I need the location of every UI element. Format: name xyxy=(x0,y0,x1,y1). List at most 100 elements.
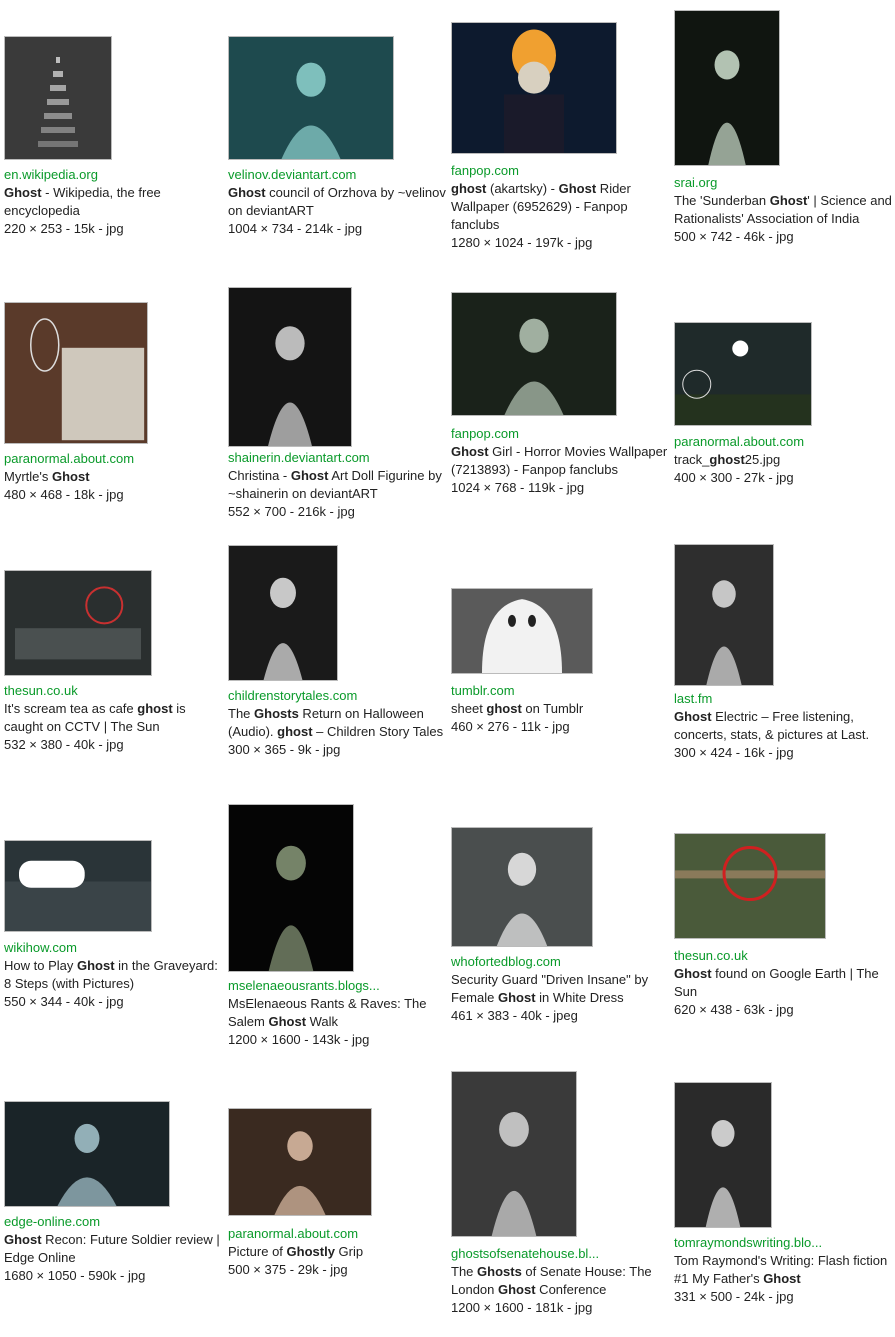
result-title-text: It's scream tea as cafe xyxy=(4,701,138,716)
result-title: The 'Sunderban Ghost' | Science and Rati… xyxy=(674,192,895,228)
result-title-text: Christina - xyxy=(228,468,291,483)
old-woman-photo-image[interactable] xyxy=(4,302,148,444)
result-site-link[interactable]: whofortedblog.com xyxy=(451,953,673,971)
result-dimensions: 1024 × 768 - 119k - jpg xyxy=(451,480,585,495)
sheet-ghost-image[interactable] xyxy=(451,588,593,674)
result-dimensions: 500 × 375 - 29k - jpg xyxy=(228,1262,348,1277)
soldier-game-image[interactable] xyxy=(4,1101,170,1207)
result-site-link[interactable]: paranormal.about.com xyxy=(228,1225,450,1243)
result-title-highlight: Ghost xyxy=(763,1271,801,1286)
result-title: Christina - Ghost Art Doll Figurine by ~… xyxy=(228,467,450,503)
graveyard-illustration-image[interactable] xyxy=(4,840,152,932)
result-site-link[interactable]: paranormal.about.com xyxy=(674,433,895,451)
result-meta: en.wikipedia.org Ghost - Wikipedia, the f… xyxy=(4,166,226,238)
result-title-text: – Children Story Tales xyxy=(312,724,444,739)
glowing-ghost-image[interactable] xyxy=(228,545,338,681)
hallway-ghost-image[interactable] xyxy=(451,1071,577,1237)
night-figures-image[interactable] xyxy=(674,10,780,166)
result-dimensions: 400 × 300 - 27k - jpg xyxy=(674,470,794,485)
doll-figurine-image[interactable] xyxy=(228,287,352,447)
result-title: track_ghost25.jpg xyxy=(674,451,895,469)
result-site-link[interactable]: childrenstorytales.com xyxy=(228,687,450,705)
result-site-link[interactable]: tumblr.com xyxy=(451,682,673,700)
result-title-highlight: Ghost xyxy=(497,990,536,1005)
result-site-link[interactable]: tomraymondswriting.blo... xyxy=(674,1234,895,1252)
result-meta: thesun.co.uk Ghost found on Google Earth … xyxy=(674,947,895,1019)
result-title: Myrtle's Ghost xyxy=(4,468,226,486)
result-title: Ghost Electric – Free listening, concert… xyxy=(674,708,895,744)
result-title-text: Myrtle's xyxy=(4,469,52,484)
garden-path-image[interactable] xyxy=(674,1082,772,1228)
result-title: sheet ghost on Tumblr xyxy=(451,700,673,718)
result-title-highlight: ghost xyxy=(709,452,745,467)
result-title-highlight: Ghost xyxy=(51,469,90,484)
flaming-skull-image[interactable] xyxy=(451,22,617,154)
result-meta: paranormal.about.com Picture of Ghostly G… xyxy=(228,1225,450,1279)
result-dimensions: 461 × 383 - 40k - jpeg xyxy=(451,1008,578,1023)
result-site-link[interactable]: fanpop.com xyxy=(451,162,673,180)
aerial-view-image[interactable] xyxy=(674,833,826,939)
result-title: Picture of Ghostly Grip xyxy=(228,1243,450,1261)
white-dress-ghost-image[interactable] xyxy=(451,827,593,947)
result-meta: paranormal.about.com Myrtle's Ghost 480 × … xyxy=(4,450,226,504)
dark-woman-photo-image[interactable] xyxy=(228,804,354,972)
result-dimensions: 331 × 500 - 24k - jpg xyxy=(674,1289,794,1304)
result-title: Ghost - Wikipedia, the free encyclopedia xyxy=(4,184,226,220)
result-title-highlight: Ghost xyxy=(268,1014,307,1029)
cctv-cafe-image[interactable] xyxy=(4,570,152,676)
result-meta: paranormal.about.com track_ghost25.jpg 400… xyxy=(674,433,895,487)
result-title-text: How to Play xyxy=(4,958,77,973)
result-title-text: on Tumblr xyxy=(521,701,584,716)
result-dimensions: 220 × 253 - 15k - jpg xyxy=(4,221,124,236)
result-title: The Ghosts Return on Halloween (Audio). … xyxy=(228,705,450,741)
result-dimensions: 300 × 365 - 9k - jpg xyxy=(228,742,341,757)
result-title-highlight: ghost xyxy=(137,701,173,716)
result-site-link[interactable]: paranormal.about.com xyxy=(4,450,226,468)
result-title-highlight: Ghost xyxy=(4,1232,42,1247)
result-dimensions: 552 × 700 - 216k - jpg xyxy=(228,504,355,519)
staircase-image[interactable] xyxy=(4,36,112,160)
result-title-text: Walk xyxy=(306,1014,339,1029)
veiled-figure-image[interactable] xyxy=(674,544,774,686)
result-site-link[interactable]: thesun.co.uk xyxy=(4,682,226,700)
result-site-link[interactable]: last.fm xyxy=(674,690,895,708)
result-site-link[interactable]: srai.org xyxy=(674,174,895,192)
result-site-link[interactable]: wikihow.com xyxy=(4,939,226,957)
result-title: Ghost Recon: Future Soldier review | Edg… xyxy=(4,1231,226,1267)
night-field-light-image[interactable] xyxy=(674,322,812,426)
result-site-link[interactable]: velinov.deviantart.com xyxy=(228,166,450,184)
result-site-link[interactable]: thesun.co.uk xyxy=(674,947,895,965)
result-title-text: The xyxy=(451,1264,478,1279)
ghost-council-image[interactable] xyxy=(228,36,394,160)
two-women-photo-image[interactable] xyxy=(228,1108,372,1216)
result-title-highlight: ghost xyxy=(277,724,313,739)
result-meta: ghostsofsenatehouse.bl... The Ghosts of S… xyxy=(451,1245,673,1317)
corridor-ghost-image[interactable] xyxy=(451,292,617,416)
result-site-link[interactable]: edge-online.com xyxy=(4,1213,226,1231)
result-title-highlight: Ghost xyxy=(4,185,42,200)
result-title-highlight: Ghosts xyxy=(477,1264,522,1279)
result-meta: tomraymondswriting.blo... Tom Raymond's W… xyxy=(674,1234,895,1306)
result-title: The Ghosts of Senate House: The London G… xyxy=(451,1263,673,1299)
result-site-link[interactable]: mselenaeousrants.blogs... xyxy=(228,977,450,995)
result-meta: shainerin.deviantart.com Christina - Ghos… xyxy=(228,449,450,521)
result-meta: tumblr.com sheet ghost on Tumblr 460 × 276… xyxy=(451,682,673,736)
result-meta: velinov.deviantart.com Ghost council of O… xyxy=(228,166,450,238)
result-site-link[interactable]: ghostsofsenatehouse.bl... xyxy=(451,1245,673,1263)
result-title-highlight: Ghost xyxy=(674,709,712,724)
result-title-text: (akartsky) - xyxy=(486,181,559,196)
result-title: How to Play Ghost in the Graveyard: 8 St… xyxy=(4,957,226,993)
result-title: Ghost found on Google Earth | The Sun xyxy=(674,965,895,1001)
result-meta: srai.org The 'Sunderban Ghost' | Science … xyxy=(674,174,895,246)
result-site-link[interactable]: en.wikipedia.org xyxy=(4,166,226,184)
result-title: Ghost Girl - Horror Movies Wallpaper (72… xyxy=(451,443,673,479)
result-title-highlight: Ghost xyxy=(769,193,808,208)
result-title-text: track_ xyxy=(674,452,710,467)
result-site-link[interactable]: fanpop.com xyxy=(451,425,673,443)
result-meta: edge-online.com Ghost Recon: Future Soldi… xyxy=(4,1213,226,1285)
result-title-highlight: Ghost xyxy=(76,958,115,973)
result-dimensions: 1004 × 734 - 214k - jpg xyxy=(228,221,363,236)
result-site-link[interactable]: shainerin.deviantart.com xyxy=(228,449,450,467)
result-title-text: Conference xyxy=(535,1282,607,1297)
result-title-highlight: Ghostly xyxy=(286,1244,335,1259)
